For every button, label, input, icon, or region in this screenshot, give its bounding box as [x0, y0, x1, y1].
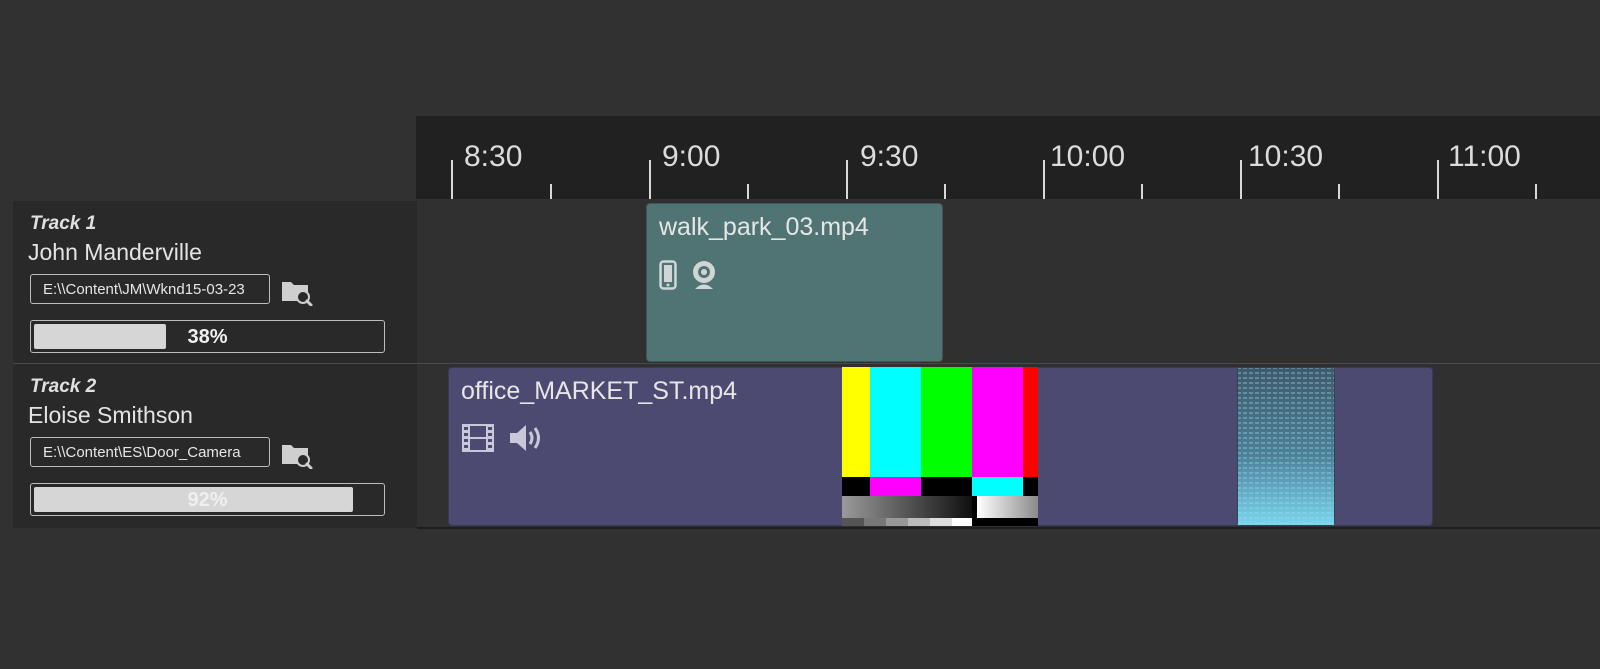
progress-percent: 38%	[187, 326, 228, 348]
browse-folder-button[interactable]	[281, 278, 313, 307]
track-number: Track 1	[30, 213, 97, 234]
speaker-icon	[508, 423, 544, 458]
track-lane-1[interactable]	[417, 201, 1600, 364]
clip-thumbnail-color-bars	[842, 367, 1038, 526]
ruler-minor-tick	[1338, 184, 1340, 199]
progress-percent: 92%	[187, 489, 228, 511]
ruler-major-tick	[451, 160, 453, 199]
folder-search-icon	[282, 282, 313, 307]
progress-bar: 38%	[30, 320, 385, 353]
track-number: Track 2	[30, 376, 97, 397]
ruler-label: 9:30	[860, 140, 919, 173]
timeline-ruler[interactable]: 8:30 9:00 9:30 10:00 10:30 11:00	[416, 116, 1600, 199]
ruler-major-tick	[1437, 160, 1439, 199]
ruler-minor-tick	[747, 184, 749, 199]
ruler-major-tick	[846, 160, 848, 199]
ruler-label: 11:00	[1448, 140, 1521, 173]
ruler-major-tick	[1043, 160, 1045, 199]
track-header-1: Track 1 John Manderville E:\\Content\JM\…	[13, 201, 417, 364]
ruler-minor-tick	[1535, 184, 1537, 199]
ruler-minor-tick	[944, 184, 946, 199]
track-header-2: Track 2 Eloise Smithson E:\\Content\ES\D…	[13, 364, 417, 528]
source-path-field[interactable]: E:\\Content\JM\Wknd15-03-23	[30, 274, 270, 304]
ruler-minor-tick	[1141, 184, 1143, 199]
clip-walk-park[interactable]: walk_park_03.mp4	[646, 203, 943, 362]
ruler-label: 9:00	[662, 140, 721, 173]
ruler-major-tick	[649, 160, 651, 199]
browse-folder-button[interactable]	[281, 441, 313, 470]
film-icon	[461, 423, 495, 458]
progress-bar: 92%	[30, 483, 385, 516]
clip-title: office_MARKET_ST.mp4	[461, 377, 738, 405]
track-user-name: John Manderville	[28, 239, 202, 265]
phone-icon	[659, 260, 677, 295]
clip-title: walk_park_03.mp4	[659, 213, 869, 241]
track-divider	[13, 363, 1600, 364]
webcam-icon	[691, 260, 717, 295]
ruler-label: 10:00	[1050, 140, 1126, 173]
clip-thumbnail-static	[1237, 367, 1335, 526]
lane-bottom-border	[417, 527, 1600, 529]
folder-search-icon	[282, 445, 313, 470]
ruler-label: 8:30	[464, 140, 523, 173]
ruler-minor-tick	[550, 184, 552, 199]
ruler-major-tick	[1240, 160, 1242, 199]
source-path-field[interactable]: E:\\Content\ES\Door_Camera	[30, 437, 270, 467]
track-user-name: Eloise Smithson	[28, 402, 193, 428]
ruler-label: 10:30	[1248, 140, 1324, 173]
